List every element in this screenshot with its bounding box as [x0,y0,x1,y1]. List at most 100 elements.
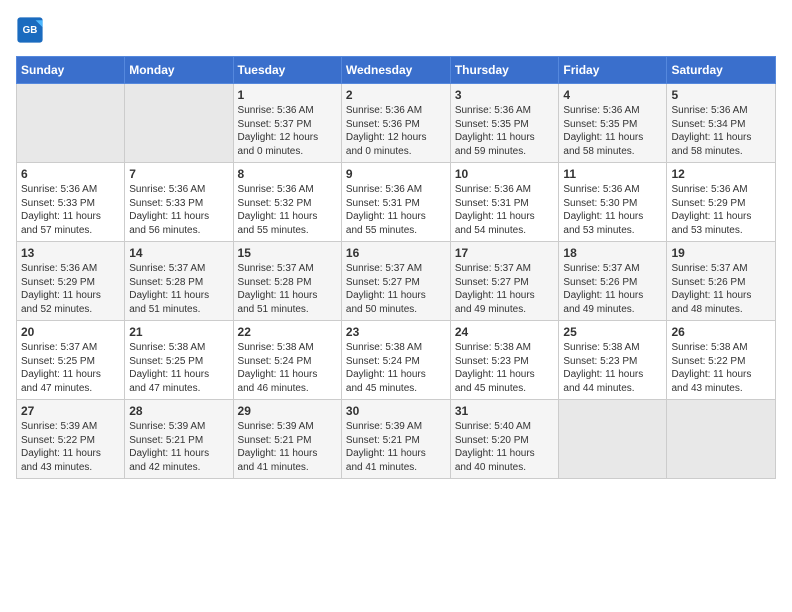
day-number: 6 [21,167,120,181]
header-cell-monday: Monday [125,57,233,84]
cell-content: Sunrise: 5:36 AM Sunset: 5:35 PM Dayligh… [455,104,555,158]
day-number: 15 [238,246,337,260]
day-number: 9 [346,167,446,181]
calendar-cell [667,400,776,479]
cell-content: Sunrise: 5:36 AM Sunset: 5:29 PM Dayligh… [21,262,120,316]
week-row-3: 13 Sunrise: 5:36 AM Sunset: 5:29 PM Dayli… [17,242,776,321]
cell-content: Sunrise: 5:36 AM Sunset: 5:33 PM Dayligh… [21,183,120,237]
day-number: 25 [563,325,662,339]
calendar-cell: 20 Sunrise: 5:37 AM Sunset: 5:25 PM Dayli… [17,321,125,400]
day-number: 1 [238,88,337,102]
day-number: 21 [129,325,228,339]
page-header: GB [16,16,776,44]
cell-content: Sunrise: 5:36 AM Sunset: 5:32 PM Dayligh… [238,183,337,237]
cell-content: Sunrise: 5:39 AM Sunset: 5:21 PM Dayligh… [238,420,337,474]
calendar-cell: 14Sunrise: 5:37 AM Sunset: 5:28 PM Dayli… [125,242,233,321]
calendar-cell: 21 Sunrise: 5:38 AM Sunset: 5:25 PM Dayli… [125,321,233,400]
cell-content: Sunrise: 5:37 AM Sunset: 5:28 PM Dayligh… [238,262,337,316]
calendar-cell: 25 Sunrise: 5:38 AM Sunset: 5:23 PM Dayli… [559,321,667,400]
cell-content: Sunrise: 5:40 AM Sunset: 5:20 PM Dayligh… [455,420,555,474]
cell-content: Sunrise: 5:39 AM Sunset: 5:22 PM Dayligh… [21,420,120,474]
cell-content: Sunrise: 5:38 AM Sunset: 5:25 PM Dayligh… [129,341,228,395]
header-cell-tuesday: Tuesday [233,57,341,84]
calendar-cell: 11 Sunrise: 5:36 AM Sunset: 5:30 PM Dayli… [559,163,667,242]
calendar-cell: 8 Sunrise: 5:36 AM Sunset: 5:32 PM Daylig… [233,163,341,242]
calendar-cell: 7Sunrise: 5:36 AM Sunset: 5:33 PM Daylig… [125,163,233,242]
cell-content: Sunrise: 5:38 AM Sunset: 5:23 PM Dayligh… [455,341,555,395]
logo: GB [16,16,48,44]
calendar-cell: 19 Sunrise: 5:37 AM Sunset: 5:26 PM Dayli… [667,242,776,321]
cell-content: Sunrise: 5:38 AM Sunset: 5:23 PM Dayligh… [563,341,662,395]
calendar-cell: 24 Sunrise: 5:38 AM Sunset: 5:23 PM Dayli… [450,321,559,400]
calendar-cell: 1 Sunrise: 5:36 AM Sunset: 5:37 PM Daylig… [233,84,341,163]
calendar-cell: 13 Sunrise: 5:36 AM Sunset: 5:29 PM Dayli… [17,242,125,321]
calendar-cell: 26 Sunrise: 5:38 AM Sunset: 5:22 PM Dayli… [667,321,776,400]
calendar-cell: 4Sunrise: 5:36 AM Sunset: 5:35 PM Daylig… [559,84,667,163]
cell-content: Sunrise: 5:36 AM Sunset: 5:31 PM Dayligh… [346,183,446,237]
calendar-cell: 6 Sunrise: 5:36 AM Sunset: 5:33 PM Daylig… [17,163,125,242]
day-number: 22 [238,325,337,339]
cell-content: Sunrise: 5:37 AM Sunset: 5:25 PM Dayligh… [21,341,120,395]
day-number: 24 [455,325,555,339]
day-number: 30 [346,404,446,418]
day-number: 13 [21,246,120,260]
day-number: 26 [671,325,771,339]
day-number: 7 [129,167,228,181]
cell-content: Sunrise: 5:36 AM Sunset: 5:29 PM Dayligh… [671,183,771,237]
calendar-cell [17,84,125,163]
cell-content: Sunrise: 5:37 AM Sunset: 5:27 PM Dayligh… [346,262,446,316]
calendar-cell: 16 Sunrise: 5:37 AM Sunset: 5:27 PM Dayli… [341,242,450,321]
calendar-cell: 23 Sunrise: 5:38 AM Sunset: 5:24 PM Dayli… [341,321,450,400]
cell-content: Sunrise: 5:39 AM Sunset: 5:21 PM Dayligh… [346,420,446,474]
day-number: 11 [563,167,662,181]
calendar-cell: 9 Sunrise: 5:36 AM Sunset: 5:31 PM Daylig… [341,163,450,242]
day-number: 14 [129,246,228,260]
calendar-cell: 5Sunrise: 5:36 AM Sunset: 5:34 PM Daylig… [667,84,776,163]
day-number: 20 [21,325,120,339]
day-number: 29 [238,404,337,418]
calendar-cell: 29 Sunrise: 5:39 AM Sunset: 5:21 PM Dayli… [233,400,341,479]
cell-content: Sunrise: 5:38 AM Sunset: 5:22 PM Dayligh… [671,341,771,395]
cell-content: Sunrise: 5:37 AM Sunset: 5:26 PM Dayligh… [671,262,771,316]
calendar-header: SundayMondayTuesdayWednesdayThursdayFrid… [17,57,776,84]
cell-content: Sunrise: 5:36 AM Sunset: 5:35 PM Dayligh… [563,104,662,158]
calendar-table: SundayMondayTuesdayWednesdayThursdayFrid… [16,56,776,479]
calendar-cell [559,400,667,479]
calendar-cell: 10 Sunrise: 5:36 AM Sunset: 5:31 PM Dayli… [450,163,559,242]
cell-content: Sunrise: 5:36 AM Sunset: 5:37 PM Dayligh… [238,104,337,158]
calendar-cell: 3Sunrise: 5:36 AM Sunset: 5:35 PM Daylig… [450,84,559,163]
day-number: 23 [346,325,446,339]
day-number: 2 [346,88,446,102]
calendar-cell: 30 Sunrise: 5:39 AM Sunset: 5:21 PM Dayli… [341,400,450,479]
day-number: 27 [21,404,120,418]
cell-content: Sunrise: 5:38 AM Sunset: 5:24 PM Dayligh… [346,341,446,395]
cell-content: Sunrise: 5:37 AM Sunset: 5:26 PM Dayligh… [563,262,662,316]
cell-content: Sunrise: 5:38 AM Sunset: 5:24 PM Dayligh… [238,341,337,395]
day-number: 8 [238,167,337,181]
day-number: 10 [455,167,555,181]
calendar-cell: 12 Sunrise: 5:36 AM Sunset: 5:29 PM Dayli… [667,163,776,242]
cell-content: Sunrise: 5:36 AM Sunset: 5:30 PM Dayligh… [563,183,662,237]
week-row-1: 1 Sunrise: 5:36 AM Sunset: 5:37 PM Daylig… [17,84,776,163]
day-number: 5 [671,88,771,102]
calendar-cell: 2Sunrise: 5:36 AM Sunset: 5:36 PM Daylig… [341,84,450,163]
calendar-cell: 28Sunrise: 5:39 AM Sunset: 5:21 PM Dayli… [125,400,233,479]
day-number: 17 [455,246,555,260]
calendar-cell: 18Sunrise: 5:37 AM Sunset: 5:26 PM Dayli… [559,242,667,321]
cell-content: Sunrise: 5:37 AM Sunset: 5:27 PM Dayligh… [455,262,555,316]
header-cell-sunday: Sunday [17,57,125,84]
calendar-cell: 17 Sunrise: 5:37 AM Sunset: 5:27 PM Dayli… [450,242,559,321]
day-number: 19 [671,246,771,260]
svg-text:GB: GB [23,25,38,36]
calendar-cell: 15 Sunrise: 5:37 AM Sunset: 5:28 PM Dayli… [233,242,341,321]
header-cell-wednesday: Wednesday [341,57,450,84]
week-row-4: 20 Sunrise: 5:37 AM Sunset: 5:25 PM Dayli… [17,321,776,400]
cell-content: Sunrise: 5:36 AM Sunset: 5:31 PM Dayligh… [455,183,555,237]
day-number: 16 [346,246,446,260]
header-row: SundayMondayTuesdayWednesdayThursdayFrid… [17,57,776,84]
day-number: 31 [455,404,555,418]
week-row-5: 27 Sunrise: 5:39 AM Sunset: 5:22 PM Dayli… [17,400,776,479]
day-number: 28 [129,404,228,418]
header-cell-thursday: Thursday [450,57,559,84]
day-number: 12 [671,167,771,181]
